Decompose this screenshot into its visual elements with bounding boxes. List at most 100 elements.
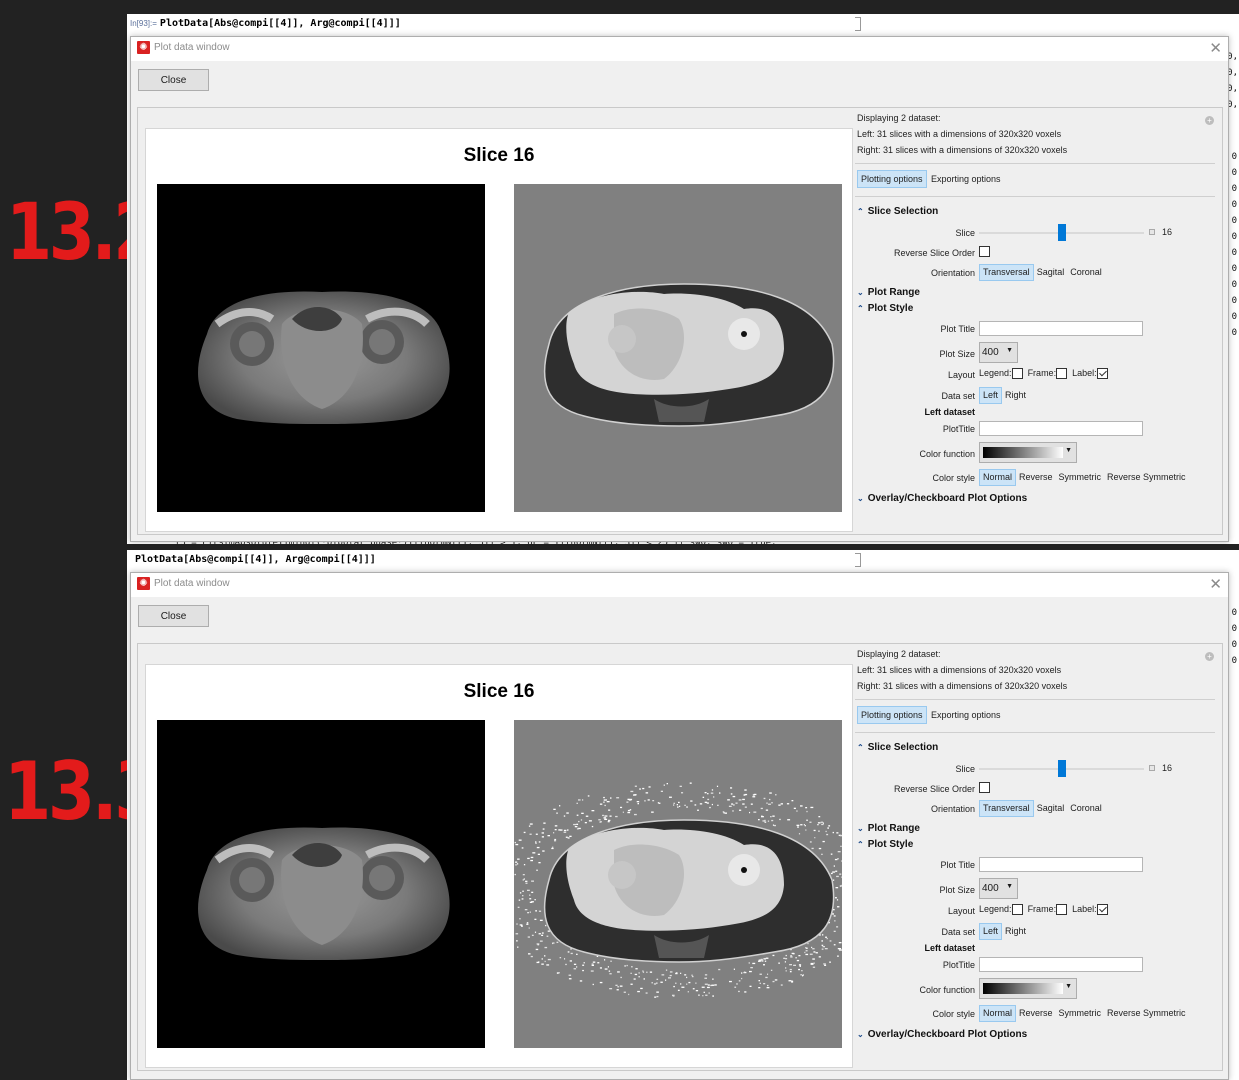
orientation-transversal[interactable]: Transversal: [979, 800, 1034, 817]
color-style-label: Color style: [932, 1009, 975, 1019]
color-style-normal[interactable]: Normal: [979, 1005, 1017, 1022]
phase-noise-speck: [717, 804, 719, 806]
section-plot-style[interactable]: ⌃ Plot Style: [857, 839, 913, 850]
orientation-coronal[interactable]: Coronal: [1067, 800, 1105, 817]
reverse-slice-order-checkbox[interactable]: [979, 782, 990, 794]
phase-noise-speck: [620, 976, 622, 979]
phase-noise-speck: [677, 806, 679, 808]
color-style-reverse[interactable]: Reverse: [1016, 1005, 1056, 1022]
legend-checkbox[interactable]: [1011, 368, 1023, 380]
phase-image: [514, 720, 842, 1048]
notebook-input-line[interactable]: In[93]:= PlotData[Abs@compi[[4]], Arg@com…: [130, 18, 401, 29]
notebook-input-line[interactable]: PlotData[Abs@compi[[4]], Arg@compi[[4]]]: [132, 554, 376, 565]
input-prompt: In[93]:=: [130, 19, 157, 28]
phase-noise-speck: [582, 799, 584, 801]
color-style-reverse-symmetric[interactable]: Reverse Symmetric: [1104, 1005, 1189, 1022]
phase-noise-speck: [703, 991, 705, 993]
tab-plotting-options[interactable]: Plotting options: [857, 170, 927, 188]
plottitle-input[interactable]: [979, 421, 1143, 436]
section-overlay-checkboard[interactable]: ⌄ Overlay/Checkboard Plot Options: [857, 1029, 1027, 1040]
phase-noise-speck: [535, 842, 537, 844]
section-slice-selection[interactable]: ⌃ Slice Selection: [857, 206, 938, 217]
phase-noise-speck: [701, 986, 705, 988]
phase-noise-speck: [765, 957, 769, 959]
phase-noise-speck: [517, 858, 520, 860]
data-set-right[interactable]: Right: [1002, 923, 1029, 940]
slice-slider-thumb[interactable]: [1057, 224, 1066, 241]
tab-exporting-options[interactable]: Exporting options: [928, 170, 1004, 188]
phase-noise-speck: [615, 984, 618, 986]
phase-noise-speck: [636, 801, 640, 803]
phase-noise-speck: [697, 809, 699, 811]
close-x-icon[interactable]: ✕: [1209, 39, 1222, 57]
phase-noise-speck: [817, 824, 819, 826]
close-button[interactable]: Close: [138, 605, 209, 627]
slider-expand-icon[interactable]: [1149, 229, 1155, 235]
tab-plotting-options[interactable]: Plotting options: [857, 706, 927, 724]
phase-noise-speck: [645, 992, 648, 994]
cell-bracket[interactable]: [855, 553, 861, 567]
color-style-symmetric[interactable]: Symmetric: [1056, 1005, 1105, 1022]
phase-noise-speck: [616, 797, 620, 799]
phase-noise-speck: [553, 832, 555, 834]
phase-noise-speck: [539, 940, 543, 942]
phase-noise-speck: [812, 958, 815, 960]
data-set-left[interactable]: Left: [979, 387, 1003, 404]
phase-noise-speck: [544, 946, 548, 949]
color-style-reverse-symmetric[interactable]: Reverse Symmetric: [1104, 469, 1189, 486]
phase-noise-speck: [623, 991, 626, 993]
reverse-slice-order-checkbox[interactable]: [979, 246, 990, 258]
orientation-sagital[interactable]: Sagital: [1034, 264, 1068, 281]
color-style-normal[interactable]: Normal: [979, 469, 1017, 486]
plot-title-input[interactable]: [979, 321, 1143, 336]
slider-expand-icon[interactable]: [1149, 765, 1155, 771]
plot-size-select[interactable]: 400 ▼: [979, 342, 1018, 363]
phase-noise-speck: [660, 790, 663, 792]
cell-bracket[interactable]: [855, 17, 861, 31]
phase-noise-speck: [750, 803, 753, 805]
phase-noise-speck: [638, 976, 640, 978]
phase-noise-speck: [515, 861, 518, 863]
data-set-right[interactable]: Right: [1002, 387, 1029, 404]
plottitle-input[interactable]: [979, 957, 1143, 972]
phase-noise-speck: [617, 986, 619, 988]
close-button[interactable]: Close: [138, 69, 209, 91]
phase-noise-speck: [813, 962, 815, 964]
info-left-dataset: Left: 31 slices with a dimensions of 320…: [857, 129, 1062, 139]
slice-slider-thumb[interactable]: [1057, 760, 1066, 777]
phase-noise-speck: [521, 847, 524, 849]
legend-checkbox[interactable]: [1011, 904, 1023, 916]
phase-noise-speck: [791, 980, 794, 982]
phase-noise-speck: [608, 970, 611, 972]
label-checkbox[interactable]: [1096, 904, 1108, 916]
orientation-sagital[interactable]: Sagital: [1034, 800, 1068, 817]
color-style-reverse[interactable]: Reverse: [1016, 469, 1056, 486]
plot-title: Slice 16: [463, 681, 535, 702]
orientation-coronal[interactable]: Coronal: [1067, 264, 1105, 281]
section-plot-range[interactable]: ⌄ Plot Range: [857, 823, 920, 834]
plot-title-input[interactable]: [979, 857, 1143, 872]
data-set-left[interactable]: Left: [979, 923, 1003, 940]
section-overlay-checkboard[interactable]: ⌄ Overlay/Checkboard Plot Options: [857, 493, 1027, 504]
phase-noise-speck: [821, 940, 823, 942]
plot-size-select[interactable]: 400 ▼: [979, 878, 1018, 899]
phase-noise-speck: [529, 901, 533, 903]
tab-exporting-options[interactable]: Exporting options: [928, 706, 1004, 724]
frame-checkbox[interactable]: [1056, 368, 1068, 380]
section-slice-selection[interactable]: ⌃ Slice Selection: [857, 742, 938, 753]
close-x-icon[interactable]: ✕: [1209, 575, 1222, 593]
frame-checkbox[interactable]: [1056, 904, 1068, 916]
phase-noise-speck: [529, 823, 533, 825]
phase-noise-speck: [576, 814, 579, 816]
color-function-select[interactable]: ▼: [979, 442, 1077, 463]
section-plot-style[interactable]: ⌃ Plot Style: [857, 303, 913, 314]
color-function-select[interactable]: ▼: [979, 978, 1077, 999]
phase-noise-speck: [778, 804, 781, 806]
label-checkbox[interactable]: [1096, 368, 1108, 380]
orientation-transversal[interactable]: Transversal: [979, 264, 1034, 281]
color-style-symmetric[interactable]: Symmetric: [1056, 469, 1105, 486]
label-label: Label:: [1072, 904, 1097, 914]
phase-noise-speck: [704, 801, 708, 803]
section-plot-range[interactable]: ⌄ Plot Range: [857, 287, 920, 298]
phase-noise-speck: [669, 974, 672, 977]
